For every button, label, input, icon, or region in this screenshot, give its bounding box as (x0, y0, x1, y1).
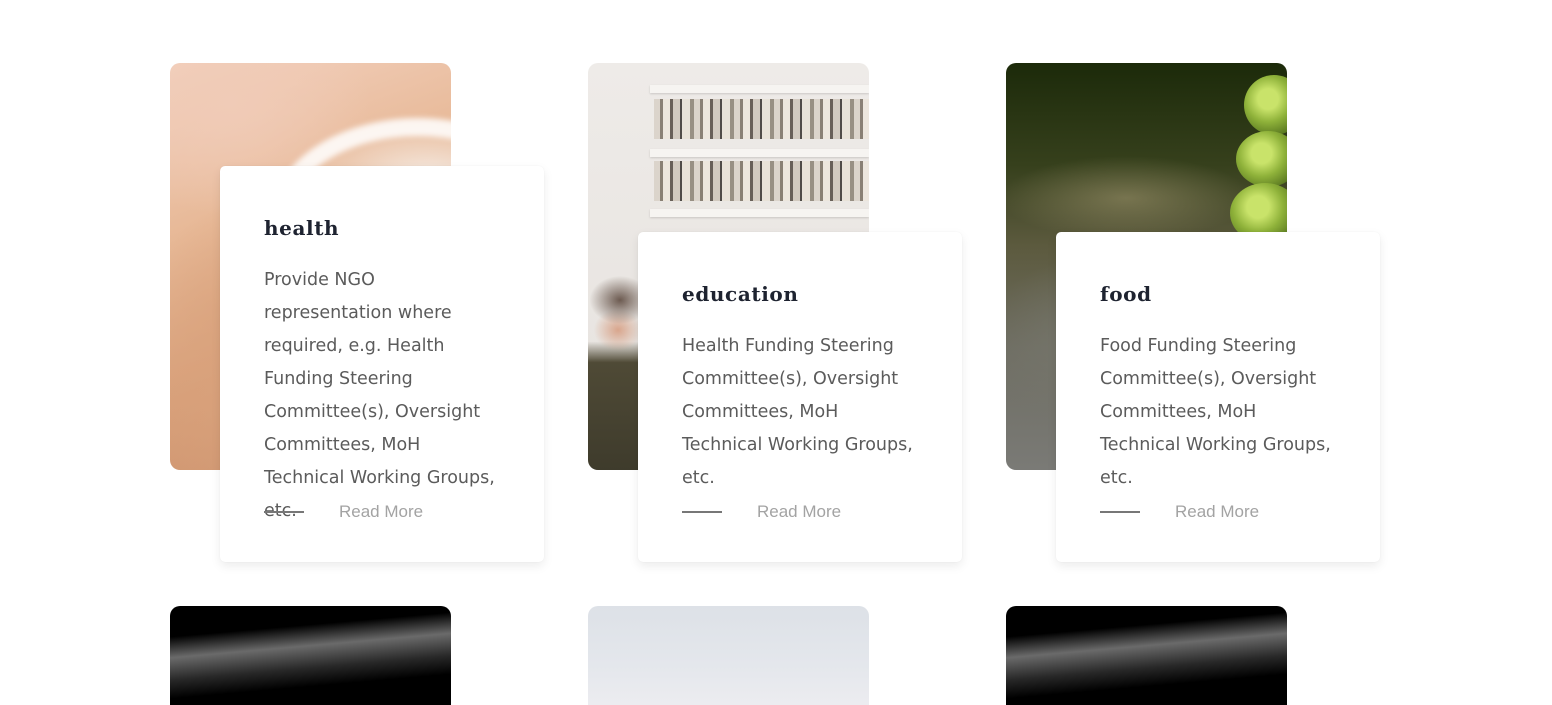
shelf (650, 149, 869, 157)
card-title: food (1100, 282, 1152, 306)
shelf (650, 209, 869, 217)
link-line-decoration (1100, 511, 1140, 513)
read-more-link[interactable]: Read More (1100, 502, 1259, 522)
plant-bud (1236, 131, 1287, 187)
read-more-label: Read More (1175, 502, 1260, 521)
read-more-label: Read More (757, 502, 842, 521)
shelf (650, 85, 869, 93)
services-section: health Provide NGO representation where … (0, 0, 1552, 705)
card-text: Health Funding Steering Committee(s), Ov… (682, 336, 913, 488)
card-text: Food Funding Steering Committee(s), Over… (1100, 336, 1331, 488)
service-photo (588, 606, 869, 705)
card-title: education (682, 282, 799, 306)
read-more-link[interactable]: Read More (682, 502, 841, 522)
link-line-decoration (682, 511, 722, 513)
books (654, 99, 869, 139)
service-card-food: food Food Funding Steering Committee(s),… (1056, 232, 1380, 562)
read-more-link[interactable]: Read More (264, 502, 423, 522)
books (654, 161, 869, 201)
service-photo (170, 606, 451, 705)
card-title: health (264, 216, 340, 240)
service-photo (1006, 606, 1287, 705)
plant-bud (1244, 75, 1287, 135)
read-more-label: Read More (339, 502, 424, 521)
link-line-decoration (264, 511, 304, 513)
service-card-education: education Health Funding Steering Commit… (638, 232, 962, 562)
service-card-health: health Provide NGO representation where … (220, 166, 544, 562)
card-text: Provide NGO representation where require… (264, 270, 495, 521)
